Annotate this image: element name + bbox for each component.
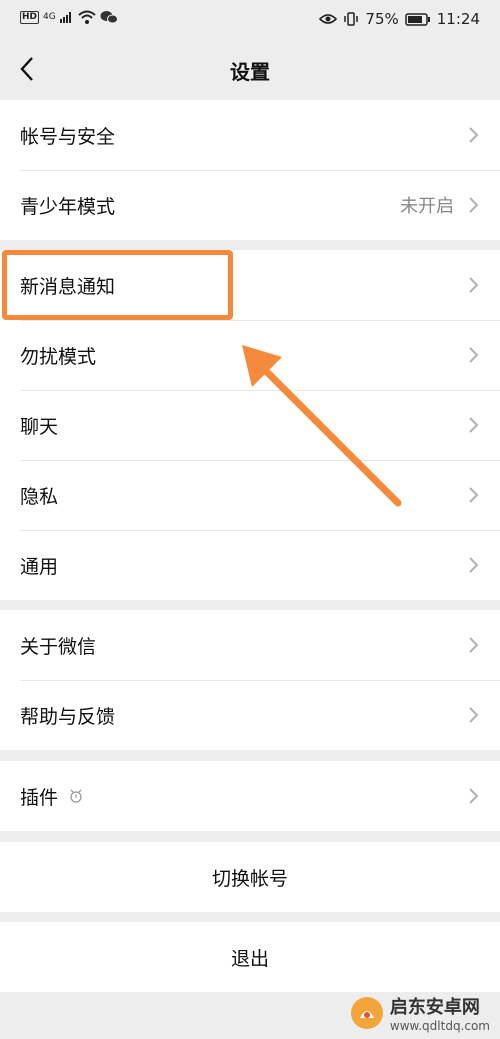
watermark-url: www.qdltdq.com bbox=[389, 1019, 490, 1033]
settings-item-teen-mode[interactable]: 青少年模式 未开启 bbox=[0, 170, 500, 240]
watermark-text: 启东安卓网 www.qdltdq.com bbox=[390, 993, 490, 1033]
watermark-name: 启东安卓网 bbox=[389, 997, 480, 1018]
settings-item-general[interactable]: 通用 bbox=[0, 530, 500, 600]
switch-account-group: 切换帐号 bbox=[0, 842, 500, 912]
watermark-logo-icon bbox=[350, 997, 383, 1029]
settings-item-label: 插件 bbox=[20, 786, 59, 809]
teen-mode-status: 未开启 bbox=[400, 196, 454, 217]
watermark: 启东安卓网 www.qdltdq.com bbox=[350, 993, 490, 1033]
annotation-highlight-box bbox=[2, 250, 233, 320]
battery-icon bbox=[405, 12, 430, 26]
status-left: HD 4G bbox=[20, 10, 118, 24]
settings-item-plugins[interactable]: 插件 bbox=[0, 761, 500, 831]
signal-type: 4G bbox=[43, 12, 56, 22]
logout-label: 退出 bbox=[230, 947, 269, 970]
settings-group-account: 帐号与安全 青少年模式 未开启 bbox=[0, 100, 500, 240]
settings-group-plugins: 插件 bbox=[0, 761, 500, 831]
settings-item-label: 勿扰模式 bbox=[20, 345, 97, 368]
logout-button[interactable]: 退出 bbox=[0, 922, 500, 992]
status-right: 75% 11:24 bbox=[319, 10, 480, 28]
settings-item-label: 帮助与反馈 bbox=[20, 705, 116, 728]
settings-item-label: 关于微信 bbox=[20, 635, 97, 658]
settings-item-label: 通用 bbox=[20, 555, 59, 578]
switch-account-label: 切换帐号 bbox=[211, 867, 288, 890]
chevron-right-icon bbox=[469, 637, 479, 653]
chevron-right-icon bbox=[469, 277, 479, 293]
chevron-right-icon bbox=[469, 417, 479, 433]
logout-group: 退出 bbox=[0, 922, 500, 992]
wechat-icon bbox=[100, 11, 118, 24]
settings-item-help-feedback[interactable]: 帮助与反馈 bbox=[0, 680, 500, 750]
settings-item-account-security[interactable]: 帐号与安全 bbox=[0, 100, 500, 170]
nav-bar: 设置 bbox=[0, 40, 500, 100]
settings-item-label: 隐私 bbox=[20, 485, 59, 508]
chevron-right-icon bbox=[469, 127, 479, 143]
chevron-right-icon bbox=[469, 487, 479, 503]
clock: 11:24 bbox=[436, 10, 480, 28]
vibrate-icon bbox=[344, 12, 359, 26]
chevron-right-icon bbox=[469, 788, 479, 804]
chevron-right-icon bbox=[469, 197, 479, 213]
plugin-icon bbox=[70, 789, 82, 803]
eye-icon bbox=[319, 14, 338, 24]
chevron-right-icon bbox=[469, 347, 479, 363]
chevron-right-icon bbox=[469, 557, 479, 573]
settings-item-label: 帐号与安全 bbox=[20, 125, 116, 148]
hd-icon: HD bbox=[20, 10, 40, 24]
chevron-right-icon bbox=[469, 707, 479, 723]
settings-item-label: 聊天 bbox=[20, 415, 59, 438]
battery-percent: 75% bbox=[365, 10, 399, 28]
signal-icon bbox=[59, 12, 71, 23]
status-bar: HD 4G 75% 11:24 bbox=[0, 0, 500, 40]
switch-account-button[interactable]: 切换帐号 bbox=[0, 842, 500, 912]
wifi-icon bbox=[78, 10, 96, 24]
settings-group-about: 关于微信 帮助与反馈 bbox=[0, 610, 500, 750]
settings-item-label: 青少年模式 bbox=[20, 195, 116, 218]
annotation-arrow-icon bbox=[242, 345, 402, 507]
settings-item-about-wechat[interactable]: 关于微信 bbox=[0, 610, 500, 680]
page-title: 设置 bbox=[230, 60, 270, 84]
